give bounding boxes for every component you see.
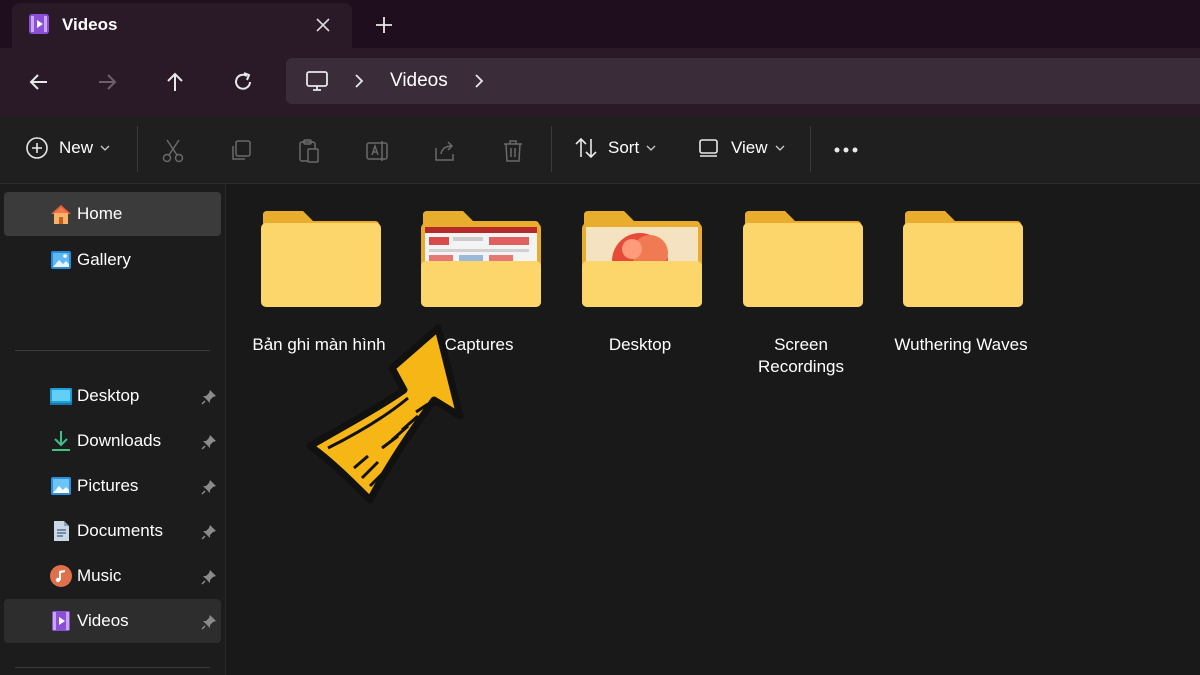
view-icon [699,139,718,157]
pin-icon[interactable] [201,569,217,585]
view-label: View [731,138,768,157]
navigation-pane: Home Gallery Desktop Downloads Pictures … [0,184,226,675]
chevron-down-icon [646,145,656,151]
sidebar-divider [15,667,210,668]
documents-icon [54,521,69,541]
sidebar-item-label: Videos [77,611,129,630]
refresh-icon[interactable] [230,69,256,95]
sidebar-divider [15,350,210,351]
copy-icon[interactable] [229,138,253,164]
address-bar[interactable]: Videos [286,58,1200,104]
pictures-icon [51,477,71,495]
folder-icon [743,211,863,307]
toolbar-divider [551,126,552,172]
sidebar-item-label: Downloads [77,431,162,450]
chevron-down-icon [775,145,785,151]
gallery-icon [51,251,71,269]
folder-icon [421,211,541,307]
sidebar-item-label: Home [77,204,123,223]
music-icon [50,565,72,587]
sidebar-item-label: Gallery [77,250,131,269]
folder-name: Wuthering Waves [894,335,1028,354]
command-bar: New Sort View [0,116,1200,184]
sidebar-item-videos[interactable]: Videos [4,599,221,643]
chevron-down-icon [100,145,110,151]
plus-circle-icon [26,137,48,159]
chevron-right-icon[interactable] [470,71,488,91]
rename-icon[interactable] [365,138,389,164]
chevron-right-icon[interactable] [350,71,368,91]
view-button[interactable]: View [697,136,785,160]
home-icon [51,205,71,224]
pin-icon[interactable] [201,614,217,630]
back-icon[interactable] [26,69,52,95]
folder-item[interactable]: Wuthering Waves [881,209,1041,389]
desktop-icon [50,388,72,405]
videos-folder-icon [29,14,49,34]
sidebar-item-label: Documents [77,521,163,540]
forward-icon[interactable] [94,69,120,95]
this-pc-icon[interactable] [304,68,330,94]
pin-icon[interactable] [201,479,217,495]
title-bar: Videos [0,0,1200,48]
folder-name: Desktop [608,335,672,354]
folder-icon [903,211,1023,307]
close-icon[interactable] [312,14,334,36]
new-tab-icon[interactable] [373,14,395,36]
tab-videos[interactable]: Videos [12,3,352,48]
sidebar-item-downloads[interactable]: Downloads [4,419,221,463]
sidebar-item-music[interactable]: Music [4,554,221,598]
pin-icon[interactable] [201,434,217,450]
up-icon[interactable] [162,69,188,95]
delete-icon[interactable] [501,138,525,164]
sidebar-item-documents[interactable]: Documents [4,509,221,553]
folder-icon [582,211,702,307]
sidebar-item-gallery[interactable]: Gallery [4,238,221,282]
folder-name: Screen Recordings [758,335,844,376]
sidebar-item-pictures[interactable]: Pictures [4,464,221,508]
share-icon[interactable] [433,138,457,164]
sidebar-item-home[interactable]: Home [4,192,221,236]
sidebar-item-desktop[interactable]: Desktop [4,374,221,418]
sort-label: Sort [608,138,640,157]
sidebar-item-label: Music [77,566,122,585]
downloads-icon [52,431,70,451]
folder-icon [261,211,381,307]
new-button[interactable]: New [25,136,110,160]
paste-icon[interactable] [297,138,321,164]
pin-icon[interactable] [201,389,217,405]
sort-icon [575,137,597,159]
folder-item[interactable]: Desktop [560,209,720,389]
tab-title: Videos [62,15,118,34]
sidebar-item-label: Desktop [77,386,140,405]
sort-button[interactable]: Sort [574,136,656,160]
navigation-bar: Videos [0,48,1200,116]
more-options-icon[interactable] [833,146,859,154]
sidebar-item-label: Pictures [77,476,139,495]
cut-icon[interactable] [161,138,185,164]
videos-icon [52,611,70,631]
toolbar-divider [810,126,811,172]
pin-icon[interactable] [201,524,217,540]
pointer-arrow-overlay [306,324,464,504]
new-label: New [59,138,94,157]
folder-item[interactable]: Screen Recordings [721,209,881,409]
toolbar-divider [137,126,138,172]
breadcrumb-videos[interactable]: Videos [390,70,448,92]
